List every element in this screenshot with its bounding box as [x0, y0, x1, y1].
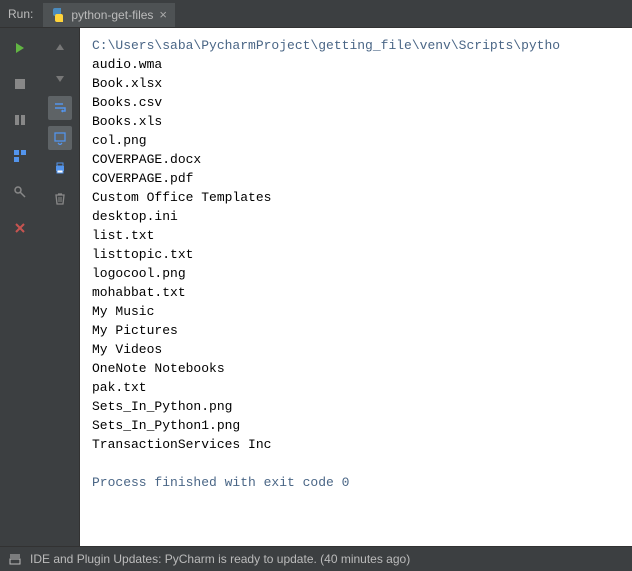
main-area: C:\Users\saba\PycharmProject\getting_fil… [0, 28, 632, 546]
down-button[interactable] [48, 66, 72, 90]
rerun-button[interactable] [8, 36, 32, 60]
output-line: audio.wma [92, 55, 620, 74]
python-icon [51, 8, 65, 22]
execution-path: C:\Users\saba\PycharmProject\getting_fil… [92, 36, 620, 55]
output-line: Books.csv [92, 93, 620, 112]
output-line: mohabbat.txt [92, 283, 620, 302]
notification-icon [8, 552, 22, 566]
output-line: My Music [92, 302, 620, 321]
sidebar-left [0, 28, 40, 546]
pause-button[interactable] [8, 108, 32, 132]
layout-button[interactable] [8, 144, 32, 168]
wrap-button[interactable] [48, 96, 72, 120]
run-tab[interactable]: python-get-files × [43, 1, 175, 27]
output-line: My Pictures [92, 321, 620, 340]
status-bar: IDE and Plugin Updates: PyCharm is ready… [0, 546, 632, 571]
pin-button[interactable] [8, 180, 32, 204]
output-line: Custom Office Templates [92, 188, 620, 207]
status-message[interactable]: IDE and Plugin Updates: PyCharm is ready… [30, 552, 410, 566]
output-line: OneNote Notebooks [92, 359, 620, 378]
output-line: My Videos [92, 340, 620, 359]
scroll-to-end-button[interactable] [48, 126, 72, 150]
output-line: pak.txt [92, 378, 620, 397]
exit-message: Process finished with exit code 0 [92, 473, 620, 492]
output-line: col.png [92, 131, 620, 150]
run-label: Run: [0, 7, 43, 21]
output-lines: audio.wmaBook.xlsxBooks.csvBooks.xlscol.… [92, 55, 620, 454]
delete-button[interactable] [48, 186, 72, 210]
blank-line [92, 454, 620, 473]
output-line: Sets_In_Python.png [92, 397, 620, 416]
output-line: COVERPAGE.docx [92, 150, 620, 169]
output-line: COVERPAGE.pdf [92, 169, 620, 188]
run-header: Run: python-get-files × [0, 0, 632, 28]
tab-name: python-get-files [71, 8, 153, 22]
up-button[interactable] [48, 36, 72, 60]
output-line: Books.xls [92, 112, 620, 131]
console-output[interactable]: C:\Users\saba\PycharmProject\getting_fil… [80, 28, 632, 546]
close-icon[interactable]: × [159, 7, 167, 22]
output-line: list.txt [92, 226, 620, 245]
output-line: logocool.png [92, 264, 620, 283]
output-line: listtopic.txt [92, 245, 620, 264]
sidebar-secondary [40, 28, 80, 546]
output-line: TransactionServices Inc [92, 435, 620, 454]
print-button[interactable] [48, 156, 72, 180]
close-button[interactable] [8, 216, 32, 240]
output-line: Book.xlsx [92, 74, 620, 93]
output-line: Sets_In_Python1.png [92, 416, 620, 435]
stop-button[interactable] [8, 72, 32, 96]
output-line: desktop.ini [92, 207, 620, 226]
